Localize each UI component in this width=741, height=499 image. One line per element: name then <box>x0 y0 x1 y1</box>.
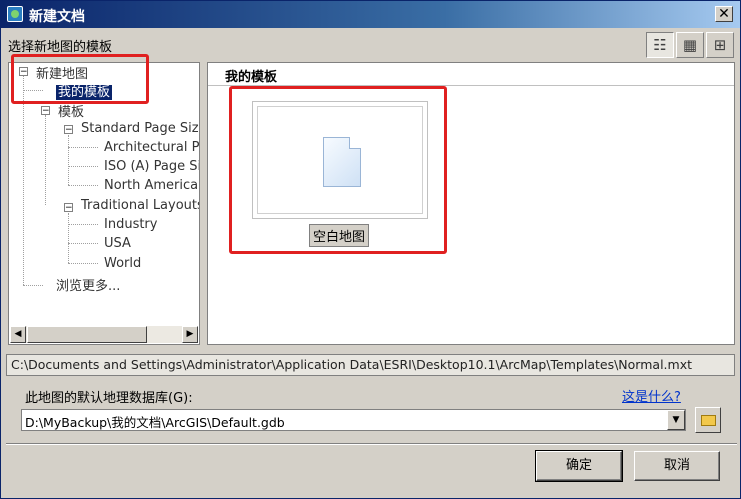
tree-connector <box>68 213 69 263</box>
horizontal-scrollbar[interactable]: ◀ ▶ <box>10 326 198 343</box>
tree-item-label: Standard Page Sizes <box>81 121 199 136</box>
tree-connector <box>68 243 98 244</box>
tree-item-browse-more[interactable]: 浏览更多... <box>56 275 120 294</box>
tree-item-usa[interactable]: USA <box>104 236 131 251</box>
large-icons-view-icon[interactable]: ▦ <box>676 32 704 58</box>
highlight-box-template <box>229 86 447 254</box>
tree-connector <box>68 135 69 185</box>
tree-item-north-american[interactable]: North American ( <box>104 178 199 193</box>
collapse-icon[interactable]: − <box>64 125 73 135</box>
tree-item-label: ISO (A) Page Siz <box>104 159 200 174</box>
scroll-right-icon[interactable]: ▶ <box>182 326 198 343</box>
small-icons-view-icon[interactable]: ⊞ <box>706 32 734 58</box>
tree-item-label: 浏览更多... <box>56 279 121 294</box>
title-bar[interactable]: 新建文档 ✕ <box>1 1 740 28</box>
tree-connector <box>68 263 98 264</box>
tree-connector <box>23 75 24 285</box>
highlight-box-tree <box>11 54 149 104</box>
tree-item-label: Architectural Pag <box>104 140 199 155</box>
scroll-thumb[interactable] <box>27 326 147 343</box>
arcmap-app-icon <box>7 6 23 22</box>
collapse-icon[interactable]: − <box>41 106 50 116</box>
tree-item-label: Industry <box>104 217 158 232</box>
tree-item-world[interactable]: World <box>104 256 141 271</box>
tree-item-label: Traditional Layouts <box>81 198 200 213</box>
dialog-title: 新建文档 <box>29 9 85 25</box>
tree-connector <box>68 185 98 186</box>
open-folder-icon <box>701 415 716 426</box>
tree-connector <box>68 147 98 148</box>
new-document-dialog: 新建文档 ✕ 选择新地图的模板 ☷ ▦ ⊞ − 新建地图 我的模板 − 模板 −… <box>0 0 741 499</box>
whats-this-link[interactable]: 这是什么? <box>622 386 681 405</box>
collapse-icon[interactable]: − <box>64 203 73 213</box>
cancel-button[interactable]: 取消 <box>634 451 720 481</box>
tree-item-label: North American ( <box>104 178 199 193</box>
content-header: 我的模板 <box>208 63 734 86</box>
template-tree[interactable]: − 新建地图 我的模板 − 模板 − Standard Page Sizes A… <box>8 62 200 345</box>
tree-connector <box>68 166 98 167</box>
default-gdb-value: D:\MyBackup\我的文档\ArcGIS\Default.gdb <box>25 415 285 430</box>
tree-item-traditional-layouts[interactable]: Traditional Layouts <box>81 198 200 213</box>
chevron-down-icon[interactable]: ▼ <box>667 410 685 430</box>
tree-item-industry[interactable]: Industry <box>104 217 157 232</box>
tree-connector <box>68 224 98 225</box>
template-path-field: C:\Documents and Settings\Administrator\… <box>6 354 735 376</box>
divider <box>6 443 737 445</box>
tree-item-architectural[interactable]: Architectural Pag <box>104 140 199 155</box>
template-section-label: 选择新地图的模板 <box>8 40 113 55</box>
tree-item-label: USA <box>104 236 131 251</box>
tree-item-label: World <box>104 256 142 271</box>
default-gdb-combobox[interactable]: D:\MyBackup\我的文档\ArcGIS\Default.gdb ▼ <box>21 409 686 431</box>
tree-item-label: 模板 <box>58 105 85 120</box>
tree-connector <box>23 285 43 286</box>
close-button[interactable]: ✕ <box>715 6 733 22</box>
tree-connector <box>45 115 46 205</box>
content-header-title: 我的模板 <box>225 70 278 85</box>
browse-gdb-button[interactable] <box>695 407 721 433</box>
tree-item-iso[interactable]: ISO (A) Page Siz <box>104 159 200 174</box>
ok-button[interactable]: 确定 <box>535 450 623 482</box>
tree-item-standard-page-sizes[interactable]: Standard Page Sizes <box>81 121 199 136</box>
scroll-left-icon[interactable]: ◀ <box>10 326 26 343</box>
default-gdb-label: 此地图的默认地理数据库(G): <box>25 391 193 406</box>
details-view-icon[interactable]: ☷ <box>646 32 674 58</box>
